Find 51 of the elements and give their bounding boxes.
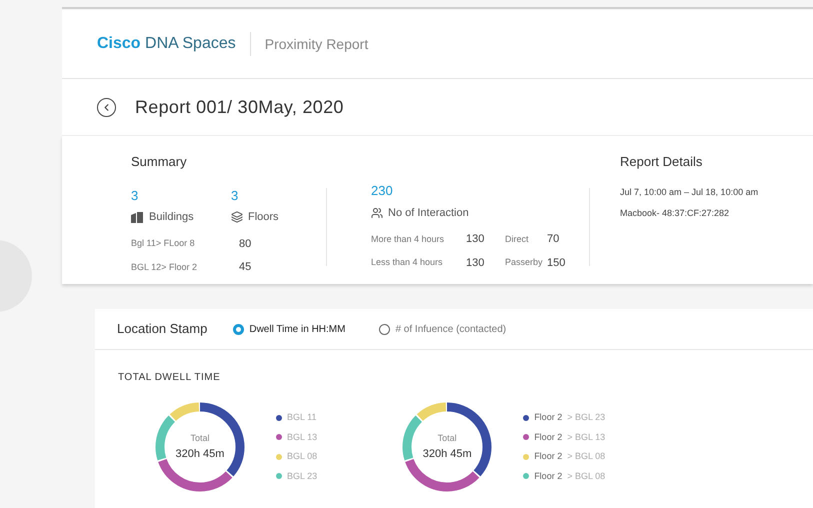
layers-icon (231, 211, 243, 224)
brand-name: Cisco DNA Spaces (97, 34, 236, 54)
floors-count: 3 (231, 186, 240, 204)
building-icon (131, 212, 143, 223)
donut-center-label: Total (438, 432, 457, 445)
legend-label: Floor 2 (534, 470, 562, 482)
floors-label: Floors (248, 210, 279, 225)
interaction-value: 70 (547, 232, 560, 247)
legend-sublabel: > BGL 13 (567, 430, 606, 444)
buildings-count: 3 (131, 186, 140, 204)
legend-label: Floor 2 (534, 411, 562, 424)
report-detail-text: Macbook- 48:37:CF:27:282 (620, 207, 730, 220)
radio-button[interactable] (233, 324, 244, 334)
location-stamp-title: Location Stamp (117, 320, 208, 338)
people-icon (371, 206, 383, 219)
legend-sublabel: > BGL 23 (567, 411, 606, 424)
floor-value: 80 (239, 236, 252, 252)
legend-sublabel: > BGL 08 (567, 470, 606, 482)
interaction-value: 130 (466, 256, 486, 270)
interaction-name: Passerby (505, 256, 544, 269)
interaction-name: Less than 4 hours (371, 256, 444, 269)
donut-center-label: Total (190, 432, 210, 445)
legend-label: BGL 08 (287, 450, 318, 463)
interaction-count: 230 (371, 182, 394, 200)
legend-sublabel: > BGL 08 (567, 450, 606, 463)
legend-label: BGL 23 (287, 470, 318, 482)
floor-name: BGL 12> Floor 2 (131, 260, 198, 274)
donut-center-value: 320h 45m (176, 446, 224, 462)
interaction-label: No of Interaction (388, 206, 469, 220)
radio-label: Dwell Time in HH:MM (249, 322, 346, 336)
donut-center-value: 320h 45m (422, 446, 472, 462)
interaction-value: 130 (466, 232, 486, 247)
report-detail-text: Jul 7, 10:00 am – Jul 18, 10:00 am (620, 186, 758, 198)
report-title: Report 001/ 30May, 2020 (135, 96, 344, 119)
legend-label: BGL 13 (287, 430, 318, 444)
back-button[interactable] (97, 98, 116, 116)
interaction-name: Direct (505, 232, 530, 246)
radio-label: # of Infuence (contacted) (395, 322, 506, 336)
section-title: TOTAL DWELL TIME (117, 371, 222, 385)
page-title: Proximity Report (264, 34, 368, 54)
radio-button[interactable] (379, 324, 390, 334)
legend-label: Floor 2 (534, 430, 562, 444)
floor-name: Bgl 11> FLoor 8 (131, 237, 196, 250)
report-details-title: Report Details (620, 153, 704, 171)
interaction-value: 150 (547, 256, 566, 270)
buildings-label: Buildings (149, 210, 194, 225)
interaction-name: More than 4 hours (371, 232, 446, 246)
legend-label: BGL 11 (287, 411, 317, 424)
legend-label: Floor 2 (534, 450, 562, 463)
summary-title: Summary (131, 153, 188, 171)
floor-value: 45 (239, 260, 252, 275)
